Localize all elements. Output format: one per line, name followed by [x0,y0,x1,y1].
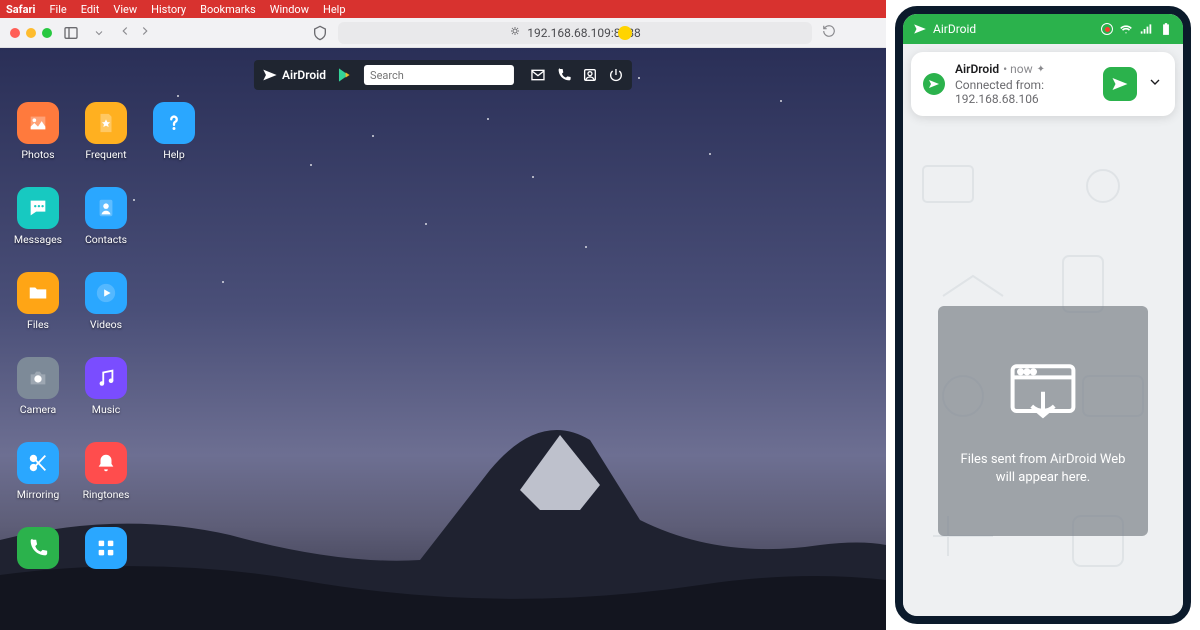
desktop-icon-label: Camera [20,403,56,416]
minimize-window-button[interactable] [26,28,36,38]
play-icon [85,272,127,314]
android-status-bar: AirDroid [903,14,1183,44]
play-store-icon[interactable] [336,66,354,84]
notification-expand-button[interactable] [1147,74,1163,94]
phone-content-area: Files sent from AirDroid Web will appear… [903,136,1183,616]
tab-chevron-button[interactable] [90,24,108,42]
desktop-icon-label: Mirroring [17,488,60,501]
nav-back-button[interactable] [118,23,132,42]
window-controls [10,28,52,38]
background-doodles [903,136,1183,624]
airdroid-plane-icon [913,22,927,36]
star-doc-icon [85,102,127,144]
desktop-icon-slot15[interactable] [6,527,70,569]
airdroid-brand-text: AirDroid [282,68,326,82]
menubar-app-name[interactable]: Safari [6,3,35,16]
address-bar[interactable]: 192.168.68.109:8888 [338,22,812,44]
notification-app-name: AirDroid [955,62,999,76]
notification-card[interactable]: AirDroid • now ✦ Connected from: 192.168… [911,52,1175,116]
reader-shield-icon[interactable] [312,25,328,41]
desktop-icon-videos[interactable]: Videos [74,272,138,331]
page-viewport: AirDroid Photos Frequent Help Messages Conta… [0,48,886,630]
image-icon [17,102,59,144]
mac-window: Safari File Edit View History Bookmarks … [0,0,886,630]
notification-ip: 192.168.68.106 [955,92,1039,106]
folder-icon [17,272,59,314]
music-icon [85,357,127,399]
phone-area: AirDroid AirDroid • now ✦ [886,0,1200,630]
desktop-icon-label: Messages [14,233,62,246]
phone-frame: AirDroid AirDroid • now ✦ [895,6,1191,624]
nav-forward-button[interactable] [138,23,152,42]
menu-view[interactable]: View [113,3,137,16]
desktop-icon-help[interactable]: Help [142,102,206,161]
user-account-icon[interactable] [582,67,598,83]
screen-record-icon [1101,23,1113,35]
phone-icon[interactable] [556,67,572,83]
mail-icon[interactable] [530,67,546,83]
question-icon [153,102,195,144]
reload-button[interactable] [822,23,836,42]
power-icon[interactable] [608,67,624,83]
desktop-icon-messages[interactable]: Messages [6,187,70,246]
camera-icon [17,357,59,399]
desktop-icon-photos[interactable]: Photos [6,102,70,161]
signal-icon [1139,22,1153,36]
cursor-highlight-icon [618,26,632,40]
macos-menubar: Safari File Edit View History Bookmarks … [0,0,886,18]
desktop-icon-label: Files [27,318,49,331]
airdroid-search-input[interactable] [364,65,514,85]
contact-icon [85,187,127,229]
chat-icon [17,187,59,229]
desktop-icon-label: Help [163,148,185,161]
close-window-button[interactable] [10,28,20,38]
notification-time: • now [1003,62,1033,76]
wifi-icon [1119,22,1133,36]
desktop-icon-label: Videos [90,318,122,331]
grid-icon [85,527,127,569]
airdroid-desktop-icons: Photos Frequent Help Messages Contacts Files V… [6,102,206,569]
desktop-icon-label: Photos [21,148,54,161]
safari-toolbar: 192.168.68.109:8888 [0,18,886,48]
desktop-icon-camera[interactable]: Camera [6,357,70,416]
pin-icon: ✦ [1037,64,1045,75]
site-settings-icon [509,25,521,40]
desktop-icon-mirroring[interactable]: Mirroring [6,442,70,501]
desktop-icon-label: Frequent [85,148,126,161]
battery-icon [1159,22,1173,36]
fullscreen-window-button[interactable] [42,28,52,38]
scissors-icon [17,442,59,484]
desktop-icon-slot16[interactable] [74,527,138,569]
sidebar-toggle-button[interactable] [62,24,80,42]
desktop-icon-files[interactable]: Files [6,272,70,331]
phone-icon [17,527,59,569]
menu-file[interactable]: File [49,3,66,16]
bell-icon [85,442,127,484]
menu-window[interactable]: Window [270,3,309,16]
desktop-icon-music[interactable]: Music [74,357,138,416]
desktop-icon-label: Ringtones [83,488,130,501]
menu-bookmarks[interactable]: Bookmarks [200,3,256,16]
desktop-icon-ringtones[interactable]: Ringtones [74,442,138,501]
airdroid-top-bar: AirDroid [254,60,632,90]
desktop-icon-frequent[interactable]: Frequent [74,102,138,161]
notification-body-label: Connected from: [955,78,1044,92]
notification-thumbnail [1103,67,1137,101]
menu-edit[interactable]: Edit [81,3,100,16]
menu-history[interactable]: History [151,3,186,16]
status-app-name: AirDroid [933,22,976,36]
airdroid-logo[interactable]: AirDroid [262,67,326,83]
desktop-icon-contacts[interactable]: Contacts [74,187,138,246]
desktop-icon-label: Contacts [85,233,127,246]
notification-app-icon [923,73,945,95]
desktop-icon-label: Music [92,403,120,416]
menu-help[interactable]: Help [323,3,346,16]
